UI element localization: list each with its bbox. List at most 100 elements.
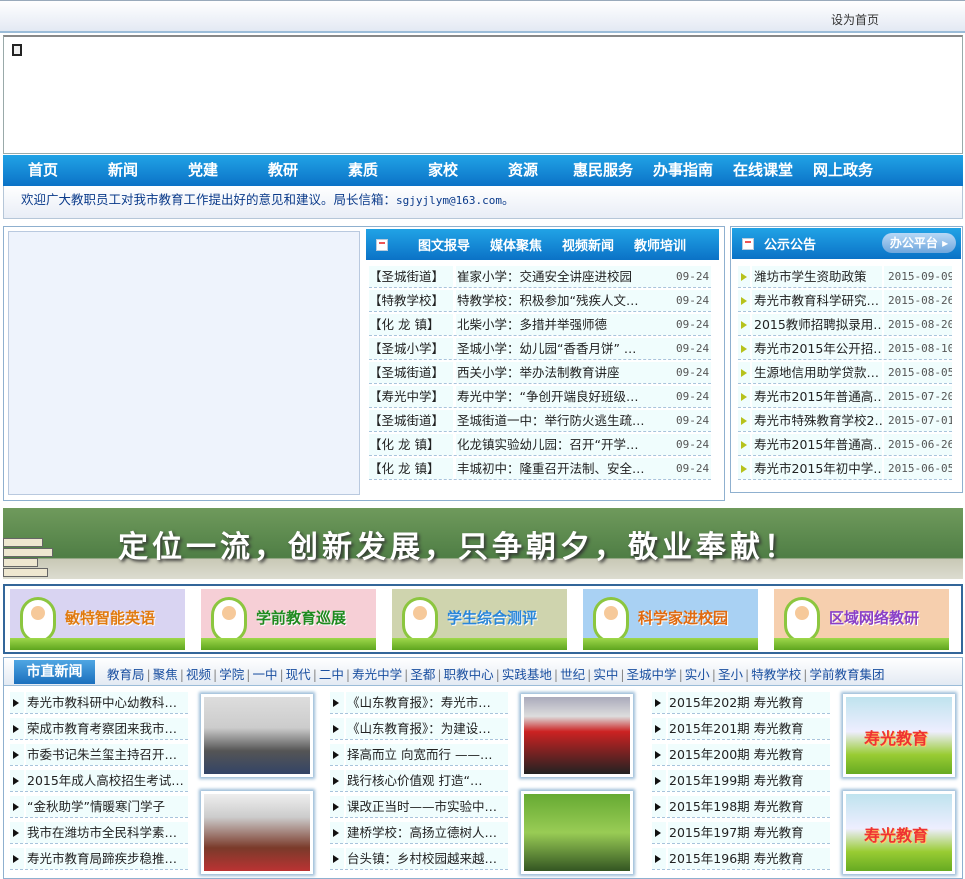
city-news-title[interactable]: 台头镇：乡村校园越来越…: [346, 848, 508, 869]
announcement-row[interactable]: 寿光市2015年初中学… 2015-06-05: [738, 458, 952, 480]
news-tag[interactable]: 【圣城街道】: [369, 266, 453, 287]
announcement-row[interactable]: 潍坊市学生资助政策 2015-09-09: [738, 266, 952, 288]
announcement-title[interactable]: 寿光市2015年普通高…: [752, 434, 882, 455]
announcement-row[interactable]: 2015教师招聘拟录用… 2015-08-20: [738, 314, 952, 336]
news-title[interactable]: 特教学校：积极参加“残疾人文…: [456, 290, 676, 311]
city-news-title[interactable]: 2015年202期 寿光教育: [668, 692, 830, 713]
city-news-title[interactable]: 2015年200期 寿光教育: [668, 744, 830, 765]
city-news-title[interactable]: 2015年198期 寿光教育: [668, 796, 830, 817]
magazine-cover[interactable]: 寿光教育: [843, 791, 955, 874]
city-news-row[interactable]: 2015年202期 寿光教育: [652, 692, 830, 714]
news-tag[interactable]: 【圣城街道】: [369, 410, 453, 431]
news-row[interactable]: 【圣城街道】 圣城街道一中：举行防火逃生疏… 09-24: [369, 410, 711, 432]
feature-link[interactable]: 科学家进校园: [583, 589, 758, 650]
nav-item[interactable]: 党建: [163, 155, 243, 186]
city-news-row[interactable]: 践行核心价值观 打造“…: [330, 770, 508, 792]
news-row[interactable]: 【化 龙 镇】 北柴小学：多措并举强师德 09-24: [369, 314, 711, 336]
school-link[interactable]: 聚焦: [153, 667, 178, 682]
nav-item[interactable]: 新闻: [83, 155, 163, 186]
news-tag[interactable]: 【圣城小学】: [369, 338, 453, 359]
city-news-title[interactable]: 2015年197期 寿光教育: [668, 822, 830, 843]
nav-item[interactable]: 教研: [243, 155, 323, 186]
city-news-title[interactable]: 《山东教育报》：为建设…: [346, 718, 508, 739]
news-tag[interactable]: 【圣城街道】: [369, 362, 453, 383]
city-news-row[interactable]: 择高而立 向宽而行 ——…: [330, 744, 508, 766]
feature-link[interactable]: 学生综合测评: [392, 589, 567, 650]
nav-item[interactable]: 网上政务: [803, 155, 883, 186]
announcement-title[interactable]: 潍坊市学生资助政策: [752, 266, 882, 287]
news-row[interactable]: 【圣城街道】 西关小学：举办法制教育讲座 09-24: [369, 362, 711, 384]
set-homepage-link[interactable]: 设为首页: [831, 11, 879, 28]
feature-link[interactable]: 学前教育巡展: [201, 589, 376, 650]
news-row[interactable]: 【化 龙 镇】 化龙镇实验幼儿园：召开“开学… 09-24: [369, 434, 711, 456]
city-news-row[interactable]: “金秋助学”情暖寒门学子: [10, 796, 188, 818]
school-link[interactable]: 特教学校: [751, 667, 801, 682]
city-news-title[interactable]: 2015年201期 寿光教育: [668, 718, 830, 739]
school-link[interactable]: 职教中心: [444, 667, 494, 682]
news-title[interactable]: 化龙镇实验幼儿园：召开“开学…: [456, 434, 676, 455]
feature-link[interactable]: 区域网络教研: [774, 589, 949, 650]
announcement-row[interactable]: 寿光市2015年公开招… 2015-08-10: [738, 338, 952, 360]
announcement-title[interactable]: 生源地信用助学贷款…: [752, 362, 882, 383]
school-link[interactable]: 圣城中学: [627, 667, 677, 682]
news-row[interactable]: 【化 龙 镇】 丰城初中：隆重召开法制、安全… 09-24: [369, 458, 711, 480]
news-tag[interactable]: 【化 龙 镇】: [369, 434, 453, 455]
city-news-row[interactable]: 寿光市教科研中心幼教科…: [10, 692, 188, 714]
news-tag[interactable]: 【化 龙 镇】: [369, 458, 453, 479]
city-news-row[interactable]: 2015年201期 寿光教育: [652, 718, 830, 740]
news-row[interactable]: 【圣城小学】 圣城小学：幼儿园“香香月饼” … 09-24: [369, 338, 711, 360]
announcement-row[interactable]: 寿光市2015年普通高… 2015-06-26: [738, 434, 952, 456]
school-link[interactable]: 学院: [219, 667, 244, 682]
news-photo[interactable]: [521, 694, 633, 777]
city-news-row[interactable]: 市委书记朱兰玺主持召开…: [10, 744, 188, 766]
news-title[interactable]: 丰城初中：隆重召开法制、安全…: [456, 458, 676, 479]
city-news-title[interactable]: 择高而立 向宽而行 ——…: [346, 744, 508, 765]
city-news-row[interactable]: 《山东教育报》：寿光市…: [330, 692, 508, 714]
nav-item[interactable]: 惠民服务: [563, 155, 643, 186]
school-link[interactable]: 实小: [685, 667, 710, 682]
news-title[interactable]: 圣城街道一中：举行防火逃生疏…: [456, 410, 676, 431]
feature-link[interactable]: 敏特智能英语: [10, 589, 185, 650]
tab-1[interactable]: 图文报导: [418, 235, 470, 254]
announcement-title[interactable]: 寿光市2015年初中学…: [752, 458, 882, 479]
city-news-title[interactable]: 寿光市教育局蹄疾步稳推…: [26, 848, 188, 869]
city-news-row[interactable]: 台头镇：乡村校园越来越…: [330, 848, 508, 870]
city-news-title[interactable]: 市委书记朱兰玺主持召开…: [26, 744, 188, 765]
school-link[interactable]: 寿光中学: [352, 667, 402, 682]
city-news-title[interactable]: 课改正当时——市实验中…: [346, 796, 508, 817]
city-news-row[interactable]: 2015年200期 寿光教育: [652, 744, 830, 766]
news-title[interactable]: 圣城小学：幼儿园“香香月饼” …: [456, 338, 676, 359]
city-news-row[interactable]: 《山东教育报》：为建设…: [330, 718, 508, 740]
city-news-row[interactable]: 2015年197期 寿光教育: [652, 822, 830, 844]
city-news-row[interactable]: 2015年成人高校招生考试…: [10, 770, 188, 792]
city-news-title[interactable]: 践行核心价值观 打造“…: [346, 770, 508, 791]
city-news-row[interactable]: 课改正当时——市实验中…: [330, 796, 508, 818]
school-link[interactable]: 视频: [186, 667, 211, 682]
news-photo[interactable]: [201, 791, 313, 874]
city-news-title[interactable]: 2015年199期 寿光教育: [668, 770, 830, 791]
city-news-row[interactable]: 荣成市教育考察团来我市…: [10, 718, 188, 740]
news-tag[interactable]: 【特教学校】: [369, 290, 453, 311]
news-photo[interactable]: [521, 791, 633, 874]
nav-item[interactable]: 资源: [483, 155, 563, 186]
announcement-row[interactable]: 生源地信用助学贷款… 2015-08-05: [738, 362, 952, 384]
city-news-row[interactable]: 建桥学校：高扬立德树人…: [330, 822, 508, 844]
city-news-title[interactable]: 《山东教育报》：寿光市…: [346, 692, 508, 713]
school-link[interactable]: 实践基地: [502, 667, 552, 682]
news-row[interactable]: 【圣城街道】 崔家小学：交通安全讲座进校园 09-24: [369, 266, 711, 288]
school-link[interactable]: 教育局: [107, 667, 145, 682]
city-news-title[interactable]: 2015年196期 寿光教育: [668, 848, 830, 869]
news-tag[interactable]: 【化 龙 镇】: [369, 314, 453, 335]
email-link[interactable]: sgjyjlym@163.com: [396, 194, 502, 207]
nav-item[interactable]: 家校: [403, 155, 483, 186]
school-link[interactable]: 实中: [593, 667, 618, 682]
announcement-title[interactable]: 寿光市2015年普通高…: [752, 386, 882, 407]
announcement-title[interactable]: 寿光市教育科学研究…: [752, 290, 882, 311]
announcement-title[interactable]: 2015教师招聘拟录用…: [752, 314, 882, 335]
school-link[interactable]: 二中: [319, 667, 344, 682]
city-news-row[interactable]: 2015年199期 寿光教育: [652, 770, 830, 792]
news-title[interactable]: 北柴小学：多措并举强师德: [456, 314, 676, 335]
tab-4[interactable]: 教师培训: [634, 235, 686, 254]
tab-3[interactable]: 视频新闻: [562, 235, 614, 254]
school-link[interactable]: 学前教育集团: [809, 667, 884, 682]
